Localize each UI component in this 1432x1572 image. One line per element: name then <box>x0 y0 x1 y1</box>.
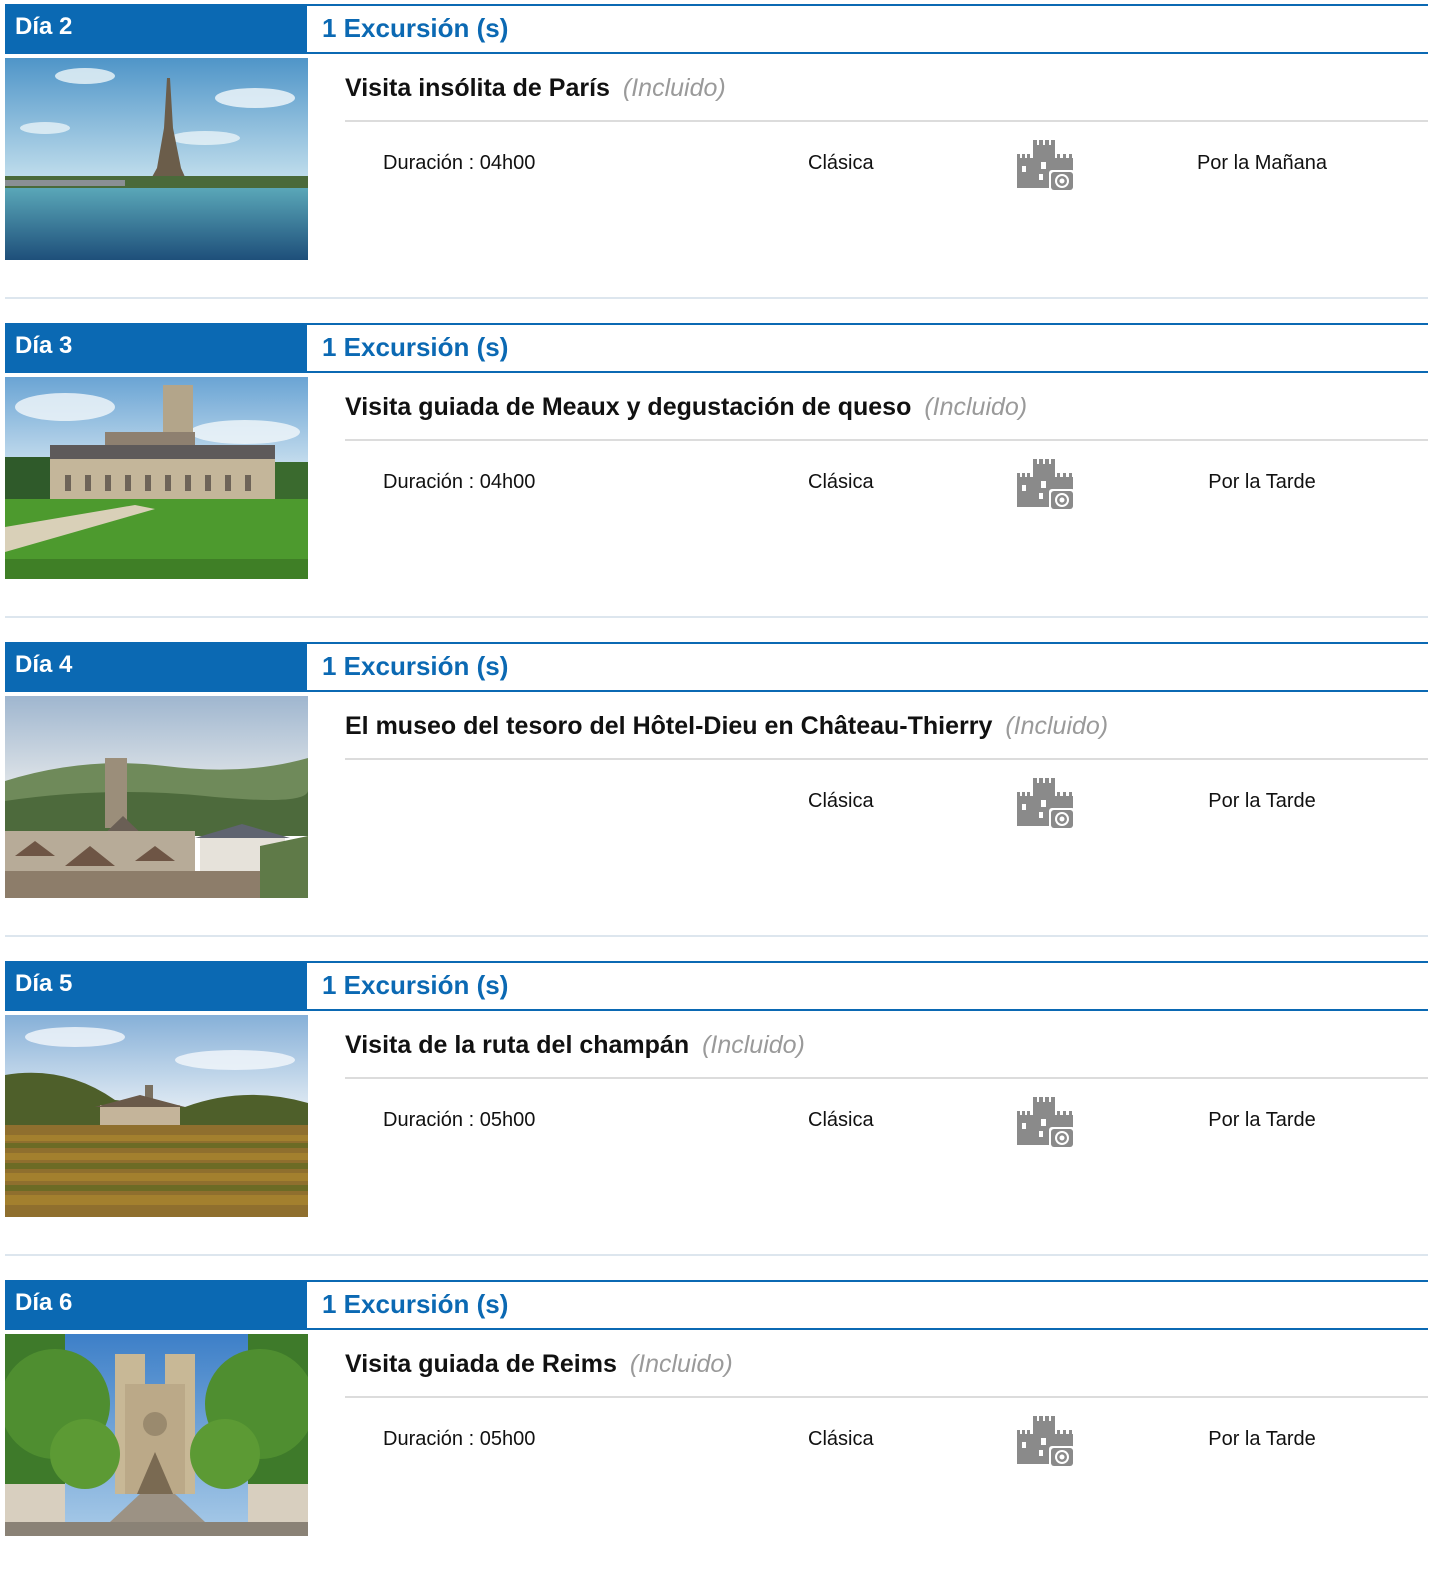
day-block: Día 3 1 Excursión (s) Visita guiada de M… <box>0 323 1432 618</box>
excursion-name[interactable]: Visita guiada de Reims <box>345 1350 617 1378</box>
day-label: Día 4 <box>5 642 307 692</box>
excursion-photo[interactable] <box>5 377 308 579</box>
excursions-count: 1 Excursión (s) <box>307 1280 1428 1330</box>
excursion-title[interactable]: El museo del tesoro del Hôtel-Dieu en Ch… <box>345 712 1108 741</box>
excursion-name[interactable]: El museo del tesoro del Hôtel-Dieu en Ch… <box>345 712 992 740</box>
castle-camera-icon <box>1017 778 1075 832</box>
excursion-title[interactable]: Visita de la ruta del champán (Incluido) <box>345 1031 805 1060</box>
day-block: Día 6 1 Excursión (s) Visita guiada de R… <box>0 1280 1432 1538</box>
excursions-count: 1 Excursión (s) <box>307 642 1428 692</box>
duration: Duración : 04h00 <box>383 152 536 174</box>
included-tag: (Incluido) <box>622 74 726 102</box>
duration: Duración : 04h00 <box>383 471 536 493</box>
castle-camera-icon <box>1017 1097 1075 1151</box>
included-tag: (Incluido) <box>924 393 1028 421</box>
excursion-title[interactable]: Visita insólita de París (Incluido) <box>345 74 726 103</box>
duration: Duración : 05h00 <box>383 1109 536 1131</box>
day-header: Día 5 1 Excursión (s) <box>5 961 1428 1011</box>
excursions-count: 1 Excursión (s) <box>307 961 1428 1011</box>
excursion-name[interactable]: Visita insólita de París <box>345 74 610 102</box>
day-divider <box>5 1254 1428 1256</box>
excursion-photo[interactable] <box>5 58 308 260</box>
day-block: Día 4 1 Excursión (s) El museo del tesor… <box>0 642 1432 937</box>
day-divider <box>5 616 1428 618</box>
time-of-day: Por la Tarde <box>1208 1109 1316 1131</box>
castle-camera-icon <box>1017 1416 1075 1470</box>
excursion-category: Clásica <box>808 1428 874 1450</box>
excursion-photo[interactable] <box>5 696 308 898</box>
excursion-photo[interactable] <box>5 1334 308 1536</box>
castle-camera-icon <box>1017 140 1075 194</box>
day-block: Día 2 1 Excursión (s) Visita insólita de… <box>0 4 1432 299</box>
day-label: Día 6 <box>5 1280 307 1330</box>
title-divider <box>345 120 1428 122</box>
time-of-day: Por la Tarde <box>1208 1428 1316 1450</box>
excursion-category: Clásica <box>808 1109 874 1131</box>
time-of-day: Por la Mañana <box>1196 152 1328 174</box>
excursion-category: Clásica <box>808 471 874 493</box>
title-divider <box>345 1077 1428 1079</box>
excursion-category: Clásica <box>808 790 874 812</box>
duration: Duración : 05h00 <box>383 1428 536 1450</box>
day-label: Día 5 <box>5 961 307 1011</box>
included-tag: (Incluido) <box>629 1350 733 1378</box>
included-tag: (Incluido) <box>702 1031 805 1059</box>
excursion-title[interactable]: Visita guiada de Meaux y degustación de … <box>345 393 1027 422</box>
day-header: Día 4 1 Excursión (s) <box>5 642 1428 692</box>
time-of-day: Por la Tarde <box>1208 790 1316 812</box>
excursions-count: 1 Excursión (s) <box>307 323 1428 373</box>
included-tag: (Incluido) <box>1005 712 1109 740</box>
title-divider <box>345 758 1428 760</box>
excursion-title[interactable]: Visita guiada de Reims (Incluido) <box>345 1350 733 1379</box>
day-block: Día 5 1 Excursión (s) Visita de la ruta … <box>0 961 1432 1256</box>
excursions-count: 1 Excursión (s) <box>307 4 1428 54</box>
title-divider <box>345 439 1428 441</box>
time-of-day: Por la Tarde <box>1208 471 1316 493</box>
excursion-category: Clásica <box>808 152 874 174</box>
day-label: Día 3 <box>5 323 307 373</box>
day-header: Día 6 1 Excursión (s) <box>5 1280 1428 1330</box>
day-label: Día 2 <box>5 4 307 54</box>
day-header: Día 3 1 Excursión (s) <box>5 323 1428 373</box>
title-divider <box>345 1396 1428 1398</box>
excursion-name[interactable]: Visita de la ruta del champán <box>345 1031 689 1059</box>
castle-camera-icon <box>1017 459 1075 513</box>
day-divider <box>5 935 1428 937</box>
excursion-name[interactable]: Visita guiada de Meaux y degustación de … <box>345 393 911 421</box>
day-divider <box>5 297 1428 299</box>
day-header: Día 2 1 Excursión (s) <box>5 4 1428 54</box>
excursion-photo[interactable] <box>5 1015 308 1217</box>
